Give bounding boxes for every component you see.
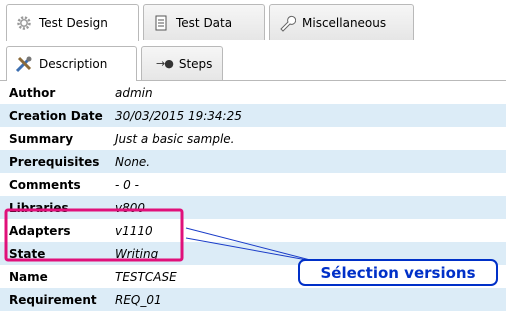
property-value[interactable]: v1110 bbox=[115, 224, 153, 238]
property-value[interactable]: v800 bbox=[115, 201, 145, 215]
property-key: Comments bbox=[9, 177, 81, 192]
steps-icon: →● bbox=[156, 57, 174, 70]
gear-icon bbox=[17, 16, 31, 30]
document-icon bbox=[155, 15, 167, 30]
versions-callout: Sélection versions bbox=[298, 259, 498, 286]
tab-miscellaneous[interactable]: Miscellaneous bbox=[269, 4, 414, 40]
property-value[interactable]: admin bbox=[115, 86, 153, 100]
tab-steps[interactable]: →● Steps bbox=[141, 46, 223, 80]
tab-test-data-label: Test Data bbox=[176, 15, 233, 30]
property-value[interactable]: 30/03/2015 19:34:25 bbox=[115, 109, 242, 123]
property-key: Name bbox=[9, 269, 48, 284]
main-tab-bar: Test Design Test Data Miscellaneous bbox=[0, 0, 506, 41]
property-key: Requirement bbox=[9, 292, 97, 307]
wrench-icon bbox=[280, 15, 296, 32]
property-row-creation-date: Creation Date 30/03/2015 19:34:25 bbox=[0, 104, 506, 127]
property-key: Adapters bbox=[9, 223, 71, 238]
tab-miscellaneous-label: Miscellaneous bbox=[302, 15, 387, 30]
tab-steps-label: Steps bbox=[178, 56, 213, 71]
sub-tab-bar: Description →● Steps bbox=[0, 40, 506, 81]
property-row-libraries: Libraries v800 bbox=[0, 196, 506, 219]
property-value[interactable]: - 0 - bbox=[115, 178, 139, 192]
property-row-comments: Comments - 0 - bbox=[0, 173, 506, 196]
property-key: Libraries bbox=[9, 200, 69, 215]
property-key: Prerequisites bbox=[9, 154, 100, 169]
property-value[interactable]: REQ_01 bbox=[115, 293, 162, 307]
property-key: Summary bbox=[9, 131, 74, 146]
property-row-summary: Summary Just a basic sample. bbox=[0, 127, 506, 150]
property-value[interactable]: None. bbox=[115, 155, 150, 169]
versions-callout-text: Sélection versions bbox=[320, 263, 476, 282]
property-value[interactable]: Writing bbox=[115, 247, 158, 261]
property-key: State bbox=[9, 246, 46, 261]
tools-icon bbox=[15, 56, 32, 73]
tab-description-label: Description bbox=[39, 57, 108, 71]
tab-test-design[interactable]: Test Design bbox=[6, 4, 139, 41]
property-key: Creation Date bbox=[9, 108, 103, 123]
tab-description[interactable]: Description bbox=[6, 46, 137, 81]
tab-test-data[interactable]: Test Data bbox=[143, 4, 265, 40]
property-value[interactable]: TESTCASE bbox=[115, 270, 177, 284]
property-row-requirement: Requirement REQ_01 bbox=[0, 288, 506, 311]
property-key: Author bbox=[9, 85, 56, 100]
property-row-author: Author admin bbox=[0, 81, 506, 104]
property-row-adapters: Adapters v1110 bbox=[0, 219, 506, 242]
tab-test-design-label: Test Design bbox=[39, 16, 108, 30]
property-value[interactable]: Just a basic sample. bbox=[115, 132, 235, 146]
property-row-prerequisites: Prerequisites None. bbox=[0, 150, 506, 173]
